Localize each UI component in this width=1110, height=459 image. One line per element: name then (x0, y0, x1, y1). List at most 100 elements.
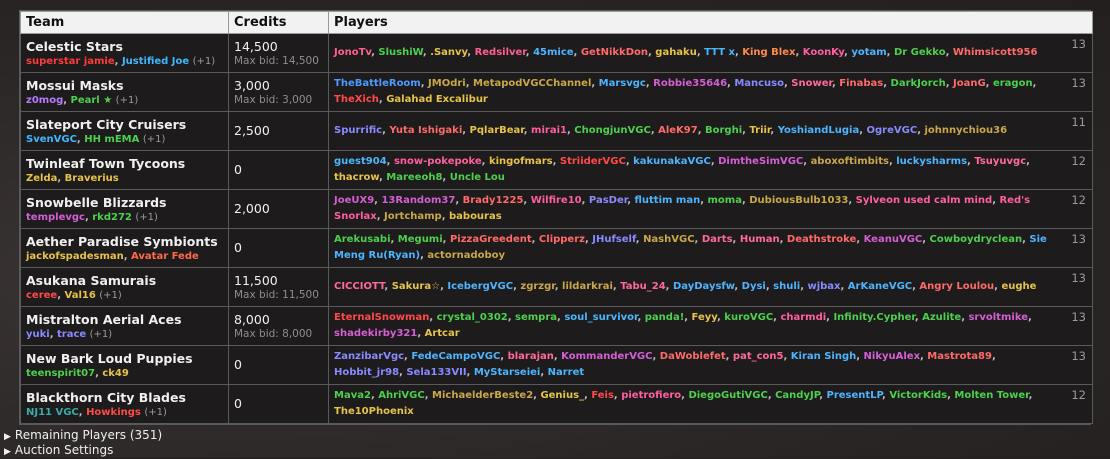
team-name: Blackthorn City Blades (26, 390, 186, 405)
player-name: TheXich (334, 94, 379, 105)
player-name: Tsuyuvgc (974, 156, 1027, 167)
player-name: Feis (591, 390, 614, 401)
players-cell: ZanzibarVgc, FedeCampoVGC, blarajan, Kom… (328, 345, 1093, 385)
players-list: guest904, snow-pokepoke, kingofmars, Str… (334, 156, 1030, 183)
player-name: Mareeoh8 (386, 172, 443, 183)
player-name: VictorKids (889, 390, 948, 401)
remaining-players-toggle[interactable]: ▶ Remaining Players (351) (4, 428, 162, 443)
player-name: TheBattleRoom (334, 78, 421, 89)
player-name: .Sanvy (430, 47, 468, 58)
player-name: King Blex (742, 47, 796, 58)
team-managers: jackofspadesman, Avatar Fede (26, 251, 199, 262)
player-name: JonoTv (334, 47, 372, 58)
extra-managers-count: (+1) (99, 290, 122, 301)
manager-name: Braverius (64, 173, 119, 184)
player-name: aboxoftimbits (810, 156, 889, 167)
player-name: Dr Gekko (893, 47, 946, 58)
max-bid: Max bid: 14,500 (234, 54, 319, 67)
players-list: EternalSnowman, crystal_0302, sempra, so… (334, 312, 1032, 339)
credits-cell: 2,500 (228, 111, 329, 151)
credits-cell: 0 (228, 384, 329, 424)
player-name: DaWoblefet (659, 351, 726, 362)
manager-name: ck49 (102, 368, 129, 379)
team-cell: Celestic Stars superstar jamie, Justified… (20, 33, 229, 73)
player-name: Molten Tower (954, 390, 1029, 401)
player-name: Arekusabi (334, 234, 391, 245)
player-name: kingofmars (488, 156, 553, 167)
player-name: DubiousBulb1033 (749, 195, 849, 206)
player-name: DayDaysfw (672, 281, 735, 292)
player-name: KoonKy (802, 47, 845, 58)
team-row: Mossui Masks z0mog, Pearl ★ (+1) 3,000 Max … (20, 72, 1093, 112)
player-name: PqlarBear (469, 125, 524, 136)
player-name: eragon (992, 78, 1033, 89)
players-list: Spurrific, Yuta Ishigaki, PqlarBear, mir… (334, 125, 1008, 136)
manager-name: trace (57, 329, 87, 340)
credits-cell: 0 (228, 150, 329, 190)
player-name: blarajan (507, 351, 554, 362)
player-name: johnnychiou36 (924, 125, 1008, 136)
triangle-right-icon: ▶ (4, 446, 11, 457)
player-name: Jortchamp (384, 211, 442, 222)
player-name: MyStarseiei (473, 367, 541, 378)
players-cell: TheBattleRoom, JMOdri, MetapodVGCChannel… (328, 72, 1093, 112)
player-name: Robbie35646 (653, 78, 728, 89)
player-name: Marsvgc (598, 78, 646, 89)
manager-name: templevgc (26, 212, 85, 223)
manager-name: yuki (26, 329, 50, 340)
players-list: TheBattleRoom, JMOdri, MetapodVGCChannel… (334, 78, 1037, 105)
team-managers: ceree, Val16 (+1) (26, 290, 122, 301)
team-managers: teenspirit07, ck49 (26, 368, 129, 379)
player-name: PizzaGreedent (449, 234, 532, 245)
player-name: StriiderVGC (559, 156, 626, 167)
max-bid: Max bid: 11,500 (234, 288, 319, 301)
credits-value: 0 (234, 357, 242, 372)
player-name: Yuta Ishigaki (389, 125, 463, 136)
player-name: Snower (791, 78, 832, 89)
player-name: Artcar (424, 328, 460, 339)
team-cell: Asukana Samurais ceree, Val16 (+1) (20, 267, 229, 307)
credits-cell: 0 (228, 228, 329, 268)
player-name: snow-pokepoke (393, 156, 482, 167)
team-row: Mistralton Aerial Aces yuki, trace (+1) 8,… (20, 306, 1093, 346)
manager-name: Pearl ★ (70, 95, 113, 106)
players-cell: Arekusabi, Megumi, PizzaGreedent, Clippe… (328, 228, 1093, 268)
player-name: MetapodVGCChannel (473, 78, 592, 89)
player-name: EternalSnowman (334, 312, 430, 323)
max-bid: Max bid: 8,000 (234, 327, 313, 340)
players-list: Mava2, AhriVGC, MichaelderBeste2, Genius… (334, 390, 1033, 417)
player-count: 11 (1071, 115, 1086, 129)
team-managers: yuki, trace (+1) (26, 329, 113, 340)
auction-settings-toggle[interactable]: ▶ Auction Settings (4, 443, 162, 458)
team-row: Blackthorn City Blades NJ11 VGC, Howkings… (20, 384, 1093, 424)
player-name: Human (739, 234, 780, 245)
credits-value: 2,000 (234, 201, 270, 216)
player-name: Hobbit_jr98 (334, 367, 400, 378)
player-name: Infinity.Cypher (833, 312, 915, 323)
manager-name: NJ11 VGC (26, 407, 79, 418)
players-cell: JonoTv, SlushiW, .Sanvy, Redsilver, 45mi… (328, 33, 1093, 73)
player-name: lildarkrai (562, 281, 613, 292)
credits-cell: 3,000 Max bid: 3,000 (228, 72, 329, 112)
player-name: PresentLP (826, 390, 883, 401)
player-name: Mastrota89 (927, 351, 992, 362)
player-name: TTT x (704, 47, 735, 58)
teams-table: Team Credits Players Celestic Stars super… (20, 11, 1093, 424)
player-name: thacrow (334, 172, 379, 183)
player-name: PasDer (588, 195, 628, 206)
player-name: MichaelderBeste2 (432, 390, 534, 401)
player-name: Sela133VII (406, 367, 467, 378)
player-name: Dysi (741, 281, 766, 292)
team-cell: Twinleaf Town Tycoons Zelda, Braverius (20, 150, 229, 190)
players-cell: JoeUX9, 13Random37, Brady1225, Wilfire10… (328, 189, 1093, 229)
team-managers: Zelda, Braverius (26, 173, 119, 184)
manager-name: Howkings (86, 407, 141, 418)
credits-value: 0 (234, 162, 242, 177)
credits-value: 2,500 (234, 123, 270, 138)
player-name: soul_survivor (564, 312, 638, 323)
auction-settings-label: Auction Settings (14, 442, 114, 457)
player-name: DiegoGutiVGC (688, 390, 768, 401)
team-row: New Bark Loud Puppies teenspirit07, ck49 0… (20, 345, 1093, 385)
team-row: Asukana Samurais ceree, Val16 (+1) 11,500 M… (20, 267, 1093, 307)
credits-cell: 14,500 Max bid: 14,500 (228, 33, 329, 73)
